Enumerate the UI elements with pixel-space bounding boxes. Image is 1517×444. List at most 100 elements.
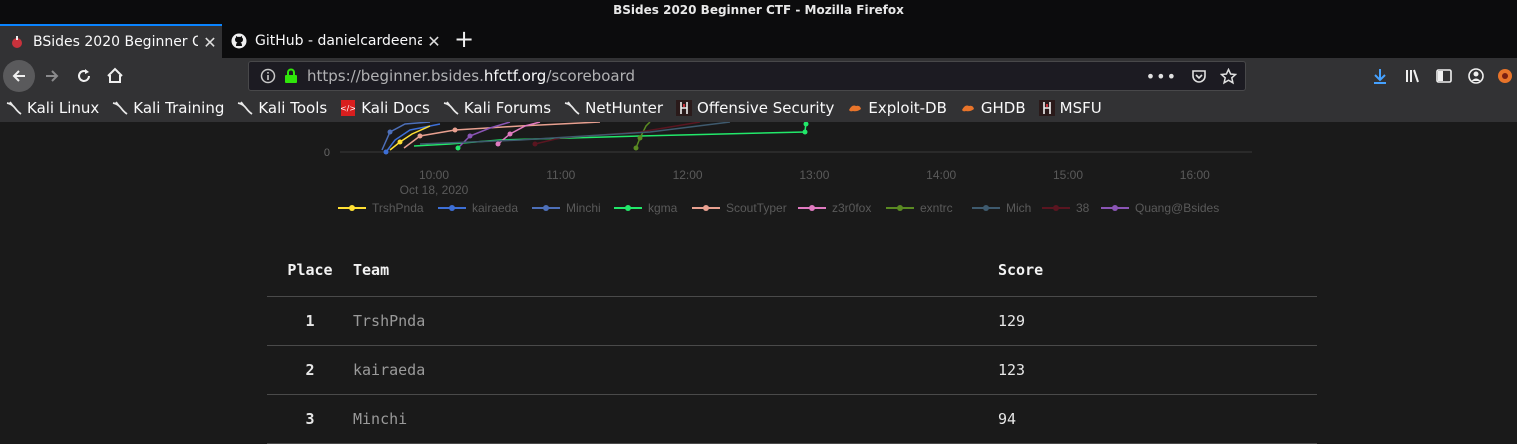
bookmark-exploit-db[interactable]: Exploit-DB	[847, 99, 947, 117]
series-point	[633, 145, 639, 151]
legend-label: TrshPnda	[372, 201, 424, 215]
legend-marker	[449, 205, 455, 211]
place-cell: 2	[267, 345, 353, 395]
legend-label: 38	[1076, 201, 1090, 215]
legend-item[interactable]: Mich	[972, 201, 1031, 215]
x-tick-label: 15:00	[1053, 168, 1083, 182]
team-link[interactable]: kairaeda	[353, 345, 998, 395]
x-tick-label: 10:00	[419, 168, 449, 182]
bookmark-ghdb[interactable]: GHDB	[960, 99, 1026, 117]
legend-marker	[1112, 205, 1118, 211]
legend-item[interactable]: Minchi	[532, 201, 601, 215]
extension-button[interactable]	[1492, 61, 1517, 91]
team-link[interactable]: TrshPnda	[353, 296, 998, 346]
tab-github[interactable]: GitHub - danielcardeenas ✕	[222, 24, 446, 58]
url-text: https://beginner.bsides.hfctf.org/scoreb…	[307, 67, 636, 85]
place-cell: 3	[267, 394, 353, 444]
legend-item[interactable]: exntrc	[886, 201, 953, 215]
legend-label: ScoutTyper	[726, 201, 787, 215]
window-title-bar: BSides 2020 Beginner CTF - Mozilla Firef…	[0, 0, 1517, 22]
offsec-icon	[1038, 100, 1055, 116]
sidebar-icon	[1436, 69, 1452, 83]
page-content: 0 10:00 11:00 12:00 13:00 14:00 15:00 16:00 Oc…	[0, 122, 1517, 444]
bookmark-nethunter[interactable]: NetHunter	[564, 99, 663, 117]
account-button[interactable]	[1461, 61, 1491, 91]
kali-dragon-icon	[112, 100, 128, 116]
tab-label: GitHub - danielcardeenas	[255, 33, 422, 49]
bookmark-offensive-security[interactable]: Offensive Security	[676, 99, 834, 117]
x-date-label: Oct 18, 2020	[400, 183, 469, 197]
series-point	[397, 139, 403, 145]
bookmarks-toolbar: Kali Linux Kali Training Kali Tools </> …	[0, 94, 1517, 122]
header-score[interactable]: Score	[998, 245, 1317, 297]
back-arrow-icon	[12, 70, 25, 82]
reload-icon	[78, 69, 90, 82]
library-button[interactable]	[1398, 61, 1428, 91]
bookmark-kali-linux[interactable]: Kali Linux	[6, 99, 99, 117]
page-actions-icon[interactable]: •••	[1146, 67, 1177, 86]
bookmark-star-icon[interactable]	[1220, 67, 1237, 85]
x-tick-label: 12:00	[673, 168, 703, 182]
bookmark-kali-training[interactable]: Kali Training	[112, 99, 224, 117]
legend-item[interactable]: Quang@Bsides	[1101, 201, 1219, 215]
series-point	[802, 129, 808, 135]
score-chart: 0 10:00 11:00 12:00 13:00 14:00 15:00 16:00 Oc…	[324, 122, 1252, 215]
library-icon	[1406, 69, 1419, 83]
reload-button[interactable]	[69, 61, 99, 91]
account-icon	[1468, 68, 1484, 84]
exploit-db-icon	[847, 100, 863, 116]
kali-dragon-icon	[443, 100, 459, 116]
home-icon	[107, 67, 123, 83]
legend-marker	[543, 205, 549, 211]
new-tab-button[interactable]: +	[448, 24, 480, 56]
bsides-favicon	[9, 34, 25, 50]
series-point	[803, 122, 809, 127]
bookmark-kali-tools[interactable]: Kali Tools	[237, 99, 327, 117]
legend-marker	[703, 205, 709, 211]
legend-item[interactable]: kairaeda	[438, 201, 518, 215]
legend-label: kairaeda	[472, 201, 518, 215]
info-icon[interactable]	[255, 68, 281, 84]
navigation-toolbar: https://beginner.bsides.hfctf.org/scoreb…	[0, 58, 1517, 94]
back-button[interactable]	[3, 60, 35, 92]
downloads-button[interactable]	[1365, 61, 1395, 91]
forward-button[interactable]	[37, 61, 67, 91]
legend-marker	[1053, 205, 1059, 211]
table-row: 1 TrshPnda 129	[267, 296, 1317, 346]
legend-item[interactable]: TrshPnda	[338, 201, 424, 215]
series-point	[455, 145, 461, 151]
address-bar[interactable]: https://beginner.bsides.hfctf.org/scoreb…	[248, 61, 1246, 91]
close-tab-icon[interactable]: ✕	[198, 33, 222, 52]
x-tick-label: 13:00	[799, 168, 829, 182]
legend-item[interactable]: ScoutTyper	[692, 201, 787, 215]
series-line-38	[534, 122, 701, 145]
series-point	[387, 129, 393, 135]
series-point	[452, 127, 458, 133]
pocket-icon[interactable]	[1191, 68, 1207, 84]
legend-item[interactable]: z3r0fox	[798, 201, 871, 215]
chart-legend: TrshPnda kairaeda Minchi kgma ScoutTyper z3r0…	[338, 201, 1219, 215]
score-cell: 123	[998, 345, 1317, 395]
home-button[interactable]	[100, 61, 130, 91]
lock-icon[interactable]	[281, 68, 301, 84]
score-cell: 94	[998, 394, 1317, 444]
bookmark-msfu[interactable]: MSFU	[1038, 99, 1102, 117]
series-point	[495, 141, 501, 147]
github-icon	[231, 33, 247, 49]
header-team[interactable]: Team	[353, 245, 998, 297]
header-place[interactable]: Place	[267, 245, 353, 297]
score-lines	[381, 122, 809, 155]
table-row: 2 kairaeda 123	[267, 345, 1317, 395]
bookmark-kali-docs[interactable]: </> Kali Docs	[340, 99, 430, 117]
legend-label: exntrc	[920, 201, 953, 215]
bookmark-kali-forums[interactable]: Kali Forums	[443, 99, 551, 117]
team-link[interactable]: Minchi	[353, 394, 998, 444]
legend-item[interactable]: kgma	[614, 201, 678, 215]
series-point	[417, 133, 423, 139]
sidebar-button[interactable]	[1429, 61, 1459, 91]
series-line-exntrc	[635, 122, 651, 149]
legend-item[interactable]: 38	[1042, 201, 1090, 215]
download-icon	[1374, 69, 1386, 84]
close-tab-icon[interactable]: ✕	[422, 32, 446, 51]
tab-bsides-ctf[interactable]: BSides 2020 Beginner CTF ✕	[0, 24, 222, 58]
